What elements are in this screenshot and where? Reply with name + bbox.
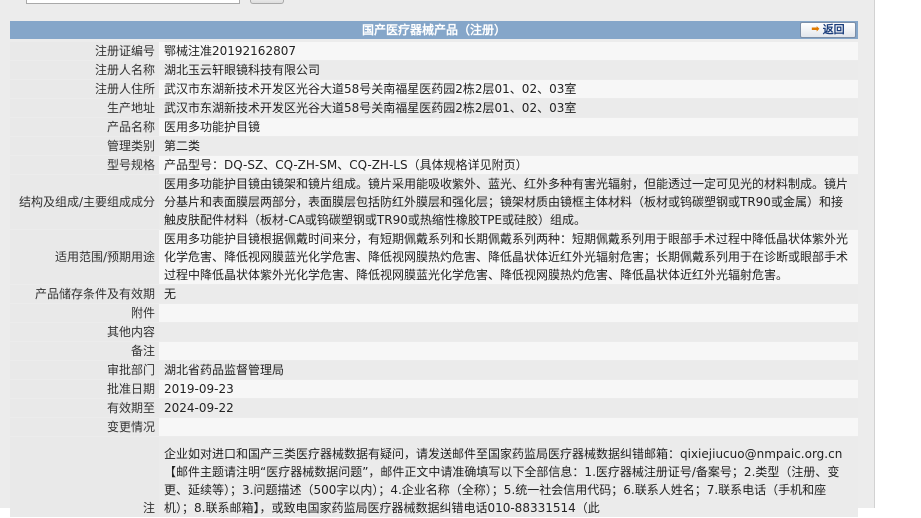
field-value: 湖北玉云轩眼镜科技有限公司 [159,61,858,79]
field-label: 型号规格 [10,156,159,174]
field-label: 注 [10,437,159,517]
field-value: 医用多功能护目镜由镜架和镜片组成。镜片采用能吸收紫外、蓝光、红外多种有害光辐射，… [159,175,858,229]
field-value: 医用多功能护目镜 [159,118,858,136]
field-label: 生产地址 [10,99,159,117]
page-title: 国产医疗器械产品（注册） [361,23,506,37]
field-value: 第二类 [159,137,858,155]
field-value: 湖北省药品监督管理局 [159,361,858,379]
field-label: 附件 [10,304,159,322]
field-value: 2019-09-23 [159,380,858,398]
page-title-bar: 国产医疗器械产品（注册） ➡ 返回 [10,21,858,39]
field-value [159,418,858,436]
field-value: 企业如对进口和国产三类医疗器械数据有疑问，请发送邮件至国家药监局医疗器械数据纠错… [159,437,858,517]
field-row: 型号规格 产品型号：DQ-SZ、CQ-ZH-SM、CQ-ZH-LS（具体规格详见… [10,156,858,174]
back-button[interactable]: ➡ 返回 [800,22,856,38]
field-value [159,342,858,360]
field-row: 其他内容 [10,323,858,341]
field-value [159,304,858,322]
field-value: 医用多功能护目镜根据佩戴时间来分，有短期佩戴系列和长期佩戴系列两种：短期佩戴系列… [159,230,858,284]
back-button-label: 返回 [822,23,845,36]
field-value: 武汉市东湖新技术开发区光谷大道58号关南福星医药园2栋2层01、02、03室 [159,80,858,98]
back-arrow-icon: ➡ [811,24,820,35]
field-row: 有效期至 2024-09-22 [10,399,858,417]
field-row: 审批部门 湖北省药品监督管理局 [10,361,858,379]
field-row: 产品名称 医用多功能护目镜 [10,118,858,136]
search-input[interactable] [26,0,240,4]
field-label: 结构及组成/主要组成成分 [10,175,159,229]
field-label: 注册人住所 [10,80,159,98]
field-row: 注册人住所 武汉市东湖新技术开发区光谷大道58号关南福星医药园2栋2层01、02… [10,80,858,98]
field-label: 备注 [10,342,159,360]
field-value: 武汉市东湖新技术开发区光谷大道58号关南福星医药园2栋2层01、02、03室 [159,99,858,117]
field-row: 结构及组成/主要组成成分 医用多功能护目镜由镜架和镜片组成。镜片采用能吸收紫外、… [10,175,858,229]
field-label: 批准日期 [10,380,159,398]
field-value: 2024-09-22 [159,399,858,417]
field-value: 产品型号：DQ-SZ、CQ-ZH-SM、CQ-ZH-LS（具体规格详见附页） [159,156,858,174]
search-button[interactable] [250,0,284,4]
field-label: 注册证编号 [10,42,159,60]
field-label: 审批部门 [10,361,159,379]
field-row: 注册证编号 鄂械注准20192162807 [10,42,858,60]
field-row: 批准日期 2019-09-23 [10,380,858,398]
field-row: 注册人名称 湖北玉云轩眼镜科技有限公司 [10,61,858,79]
field-label: 注册人名称 [10,61,159,79]
field-label: 产品储存条件及有效期 [10,285,159,303]
field-row: 附件 [10,304,858,322]
field-row: 管理类别 第二类 [10,137,858,155]
field-row: 生产地址 武汉市东湖新技术开发区光谷大道58号关南福星医药园2栋2层01、02、… [10,99,858,117]
field-value: 无 [159,285,858,303]
registration-info-table: 注册证编号 鄂械注准20192162807 注册人名称 湖北玉云轩眼镜科技有限公… [10,41,858,518]
field-row: 产品储存条件及有效期 无 [10,285,858,303]
field-label: 变更情况 [10,418,159,436]
field-label: 产品名称 [10,118,159,136]
page-frame: 国产医疗器械产品（注册） ➡ 返回 注册证编号 鄂械注准20192162807 … [0,0,875,517]
field-value: 鄂械注准20192162807 [159,42,858,60]
field-label: 有效期至 [10,399,159,417]
field-label: 其他内容 [10,323,159,341]
field-row: 变更情况 [10,418,858,436]
field-row: 适用范围/预期用途 医用多功能护目镜根据佩戴时间来分，有短期佩戴系列和长期佩戴系… [10,230,858,284]
field-label: 适用范围/预期用途 [10,230,159,284]
field-row: 注 企业如对进口和国产三类医疗器械数据有疑问，请发送邮件至国家药监局医疗器械数据… [10,437,858,517]
field-row: 备注 [10,342,858,360]
field-value [159,323,858,341]
field-label: 管理类别 [10,137,159,155]
